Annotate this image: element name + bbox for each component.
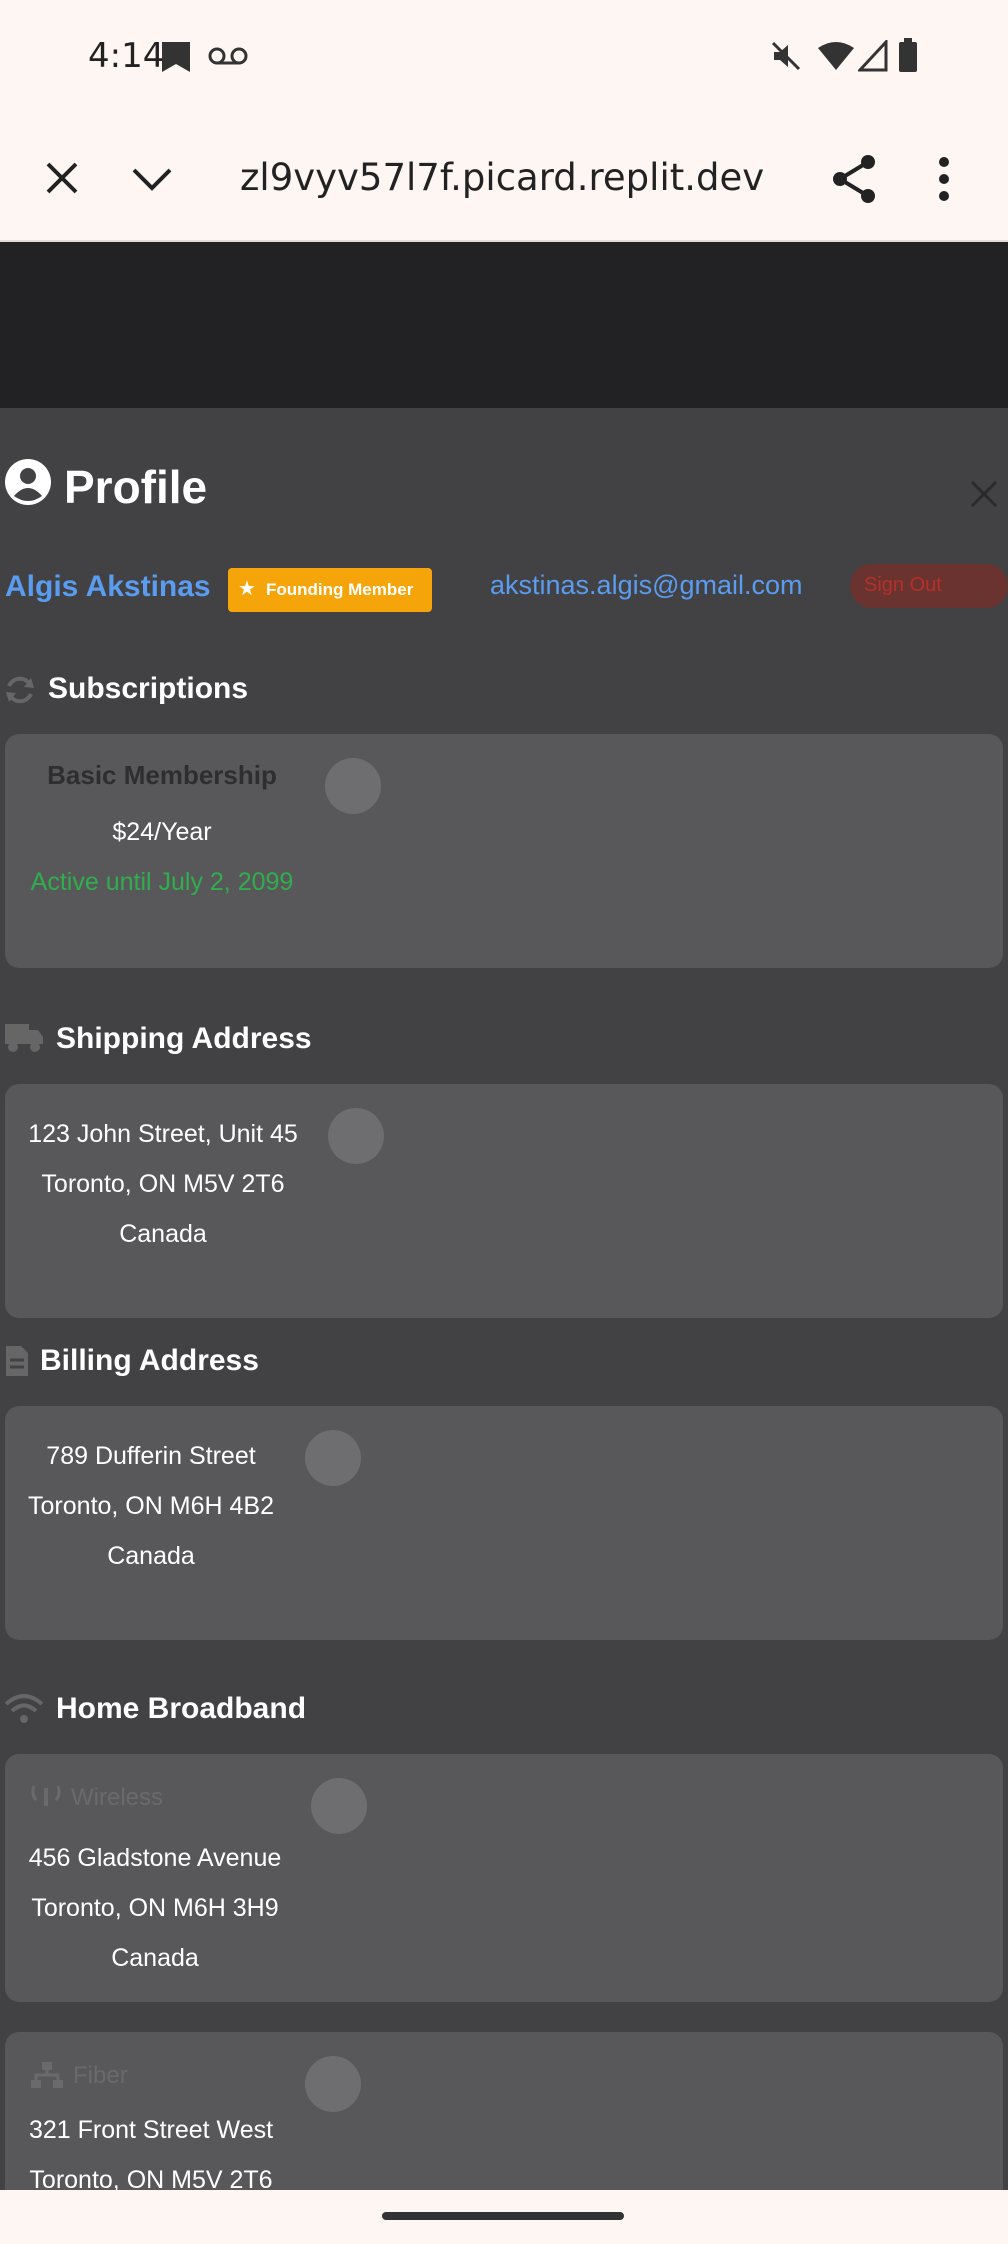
wireless-line2: Toronto, ON M6H 3H9 [31, 1894, 279, 1922]
star-icon: ★ [238, 578, 256, 600]
share-icon[interactable] [830, 154, 878, 204]
edit-toggle[interactable] [305, 2056, 361, 2112]
status-time: 4:14 [88, 36, 165, 76]
profile-modal: Profile Algis Akstinas ★ Founding Member… [0, 408, 1008, 2190]
fiber-line2: Toronto, ON M5V 2T6 [29, 2166, 273, 2190]
truck-icon [5, 1024, 43, 1052]
plan-name: Basic Membership [47, 760, 277, 790]
profile-email[interactable]: akstinas.algis@gmail.com [490, 570, 803, 601]
close-icon[interactable] [44, 160, 80, 196]
battery-icon [899, 38, 917, 72]
page-header-backdrop [0, 242, 1008, 408]
shipping-card: 123 John Street, Unit 45 Toronto, ON M5V… [5, 1084, 1003, 1318]
wireless-type: Wireless [71, 1784, 164, 1811]
voicemail-icon [208, 47, 248, 65]
home-indicator[interactable] [382, 2212, 624, 2220]
edit-toggle[interactable] [325, 758, 381, 814]
wireless-line3: Canada [111, 1944, 199, 1972]
close-icon[interactable] [970, 480, 998, 508]
status-bar: 4:14 [0, 0, 1008, 120]
fiber-card: Fiber 321 Front Street West Toronto, ON … [5, 2032, 1003, 2190]
url-bar[interactable]: zl9vyv57l7f.picard.replit.dev [240, 156, 764, 199]
profile-name[interactable]: Algis Akstinas [5, 570, 211, 604]
shipping-line3: Canada [119, 1220, 207, 1248]
more-icon[interactable] [934, 156, 954, 202]
wifi-icon [818, 42, 854, 70]
billing-line2: Toronto, ON M6H 4B2 [28, 1492, 274, 1520]
network-icon [31, 2062, 63, 2088]
fiber-type: Fiber [73, 2062, 128, 2089]
edit-toggle[interactable] [311, 1778, 367, 1834]
signal-icon [858, 40, 888, 72]
wifi-icon [4, 1694, 44, 1723]
sign-out-label: Sign Out [864, 574, 942, 596]
shipping-heading: Shipping Address [56, 1022, 312, 1055]
plan-price: $24/Year [112, 818, 212, 846]
billing-card: 789 Dufferin Street Toronto, ON M6H 4B2 … [5, 1406, 1003, 1640]
badge-label: Founding Member [266, 580, 414, 599]
mute-icon [771, 41, 801, 71]
browser-toolbar: zl9vyv57l7f.picard.replit.dev [0, 120, 1008, 242]
edit-toggle[interactable] [328, 1108, 384, 1164]
plan-status: Active until July 2, 2099 [30, 868, 294, 896]
founding-member-badge: ★ Founding Member [228, 568, 432, 612]
user-icon [5, 459, 51, 505]
wireless-line1: 456 Gladstone Avenue [28, 1844, 282, 1872]
broadband-heading: Home Broadband [56, 1692, 307, 1725]
chevron-down-icon[interactable] [130, 166, 174, 192]
navigation-bar [0, 2190, 1008, 2244]
notification-icon [162, 42, 190, 72]
sign-out-button[interactable]: Sign Out [850, 564, 1008, 608]
antenna-icon [31, 1785, 61, 1806]
fiber-line1: 321 Front Street West [28, 2116, 274, 2144]
wireless-card: Wireless 456 Gladstone Avenue Toronto, O… [5, 1754, 1003, 2002]
billing-line3: Canada [107, 1542, 195, 1570]
edit-toggle[interactable] [305, 1430, 361, 1486]
subscriptions-heading: Subscriptions [48, 672, 249, 705]
subscription-card: Basic Membership $24/Year Active until J… [5, 734, 1003, 968]
billing-heading: Billing Address [40, 1344, 259, 1377]
page-title: Profile [64, 461, 208, 513]
shipping-line1: 123 John Street, Unit 45 [28, 1120, 298, 1148]
billing-line1: 789 Dufferin Street [46, 1442, 256, 1470]
refresh-icon [6, 676, 34, 704]
shipping-line2: Toronto, ON M5V 2T6 [41, 1170, 285, 1198]
receipt-icon [6, 1346, 28, 1376]
